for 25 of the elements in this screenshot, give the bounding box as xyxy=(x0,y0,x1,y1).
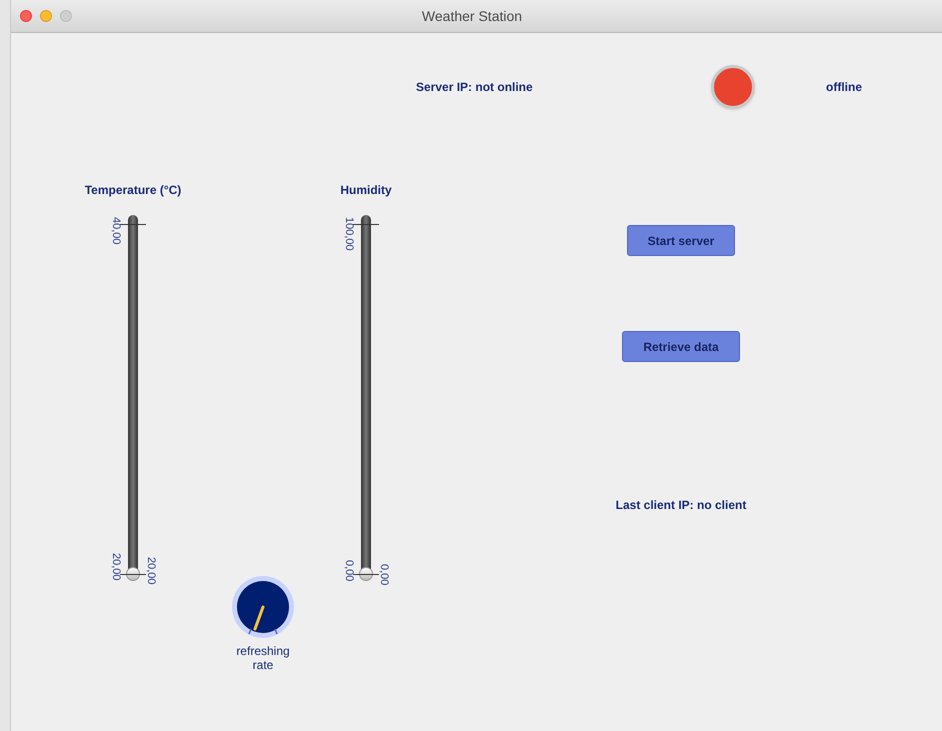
tick-mark xyxy=(120,224,146,225)
slider-track[interactable] xyxy=(128,215,138,581)
close-button[interactable] xyxy=(20,10,32,22)
action-button[interactable]: Retrieve data xyxy=(622,331,740,362)
action-button[interactable]: Start server xyxy=(626,225,736,256)
slider-label: Temperature (°C) xyxy=(84,182,182,199)
dial-label: refreshing rate xyxy=(235,644,291,672)
value-label: 20,00 xyxy=(145,557,156,585)
slider-label: Humidity xyxy=(340,182,392,199)
max-label: 100,00 xyxy=(343,217,354,251)
slider-thumb[interactable] xyxy=(126,567,140,581)
slider-thumb[interactable] xyxy=(359,567,373,581)
slider-track[interactable] xyxy=(361,215,371,581)
status-text: offline xyxy=(826,79,862,96)
value-label: 0,00 xyxy=(378,564,389,585)
server-ip-text: Server IP: not online xyxy=(416,79,534,96)
tick-mark xyxy=(353,224,379,225)
min-label: 0,00 xyxy=(343,560,354,581)
last-client-text: Last client IP: no client xyxy=(616,497,746,514)
window-title: Weather Station xyxy=(422,6,522,26)
dial-knob[interactable] xyxy=(231,575,295,639)
min-label: 20,00 xyxy=(110,553,121,581)
tick-mark xyxy=(120,574,146,575)
max-label: 40,00 xyxy=(110,217,121,245)
tick-mark xyxy=(353,574,379,575)
